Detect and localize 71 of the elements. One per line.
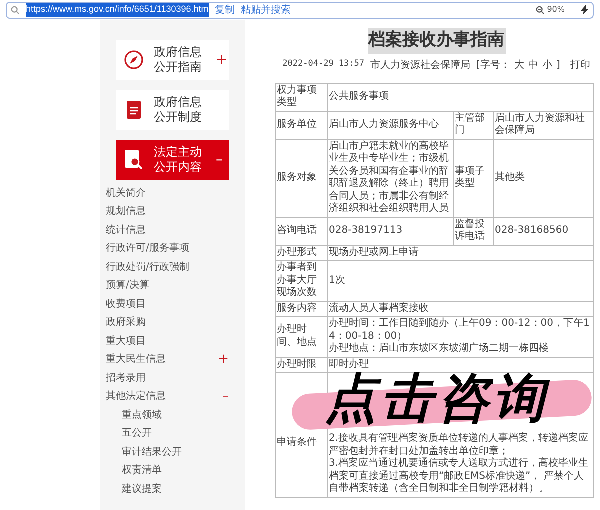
bracket-text: ] — [556, 58, 560, 72]
table-cell: 流动人员人事档案接收 — [328, 301, 594, 316]
expand-toggle[interactable]: – — [222, 390, 229, 404]
table-cell: 服务对象 — [276, 139, 328, 217]
cell-text: 2.接收具有管理档案资质单位转递的人事档案，转递档案应严密包封并在封口处加盖转出单位印章； — [329, 433, 590, 458]
sidebar-item[interactable]: 审计结果公开 — [122, 444, 182, 460]
table-cell: 眉山市人力资源服务中心 — [328, 111, 454, 139]
sidebar-card[interactable]: 政府信息公开制度 — [116, 90, 229, 130]
font-size-label: [字号： — [476, 58, 510, 72]
sidebar-item[interactable]: 建议提案 — [122, 482, 162, 497]
document-icon — [126, 100, 142, 120]
table-cell: 028-38197113 — [328, 217, 454, 245]
compass-icon — [124, 50, 144, 70]
sidebar-item[interactable]: 规划信息 — [106, 204, 146, 220]
table-cell: 眉山市人力资源和社会保障局 — [494, 111, 594, 139]
zoom-out-icon[interactable] — [536, 6, 546, 14]
table-cell: 主管部门 — [454, 111, 494, 139]
lightning-icon[interactable] — [581, 5, 589, 15]
sidebar-item[interactable]: 其他法定信息 — [106, 389, 166, 404]
table-cell: 办理形式 — [276, 245, 328, 260]
search-icon — [11, 6, 20, 14]
table-cell: 即时办理 — [328, 357, 594, 372]
sidebar-item[interactable]: 政府采购 — [106, 315, 146, 330]
document-search-icon — [124, 149, 144, 171]
expand-toggle[interactable]: + — [216, 50, 228, 70]
source-text: 市人力资源社会保障局 — [370, 58, 471, 72]
table-cell: 其他类 — [494, 139, 594, 217]
article-title: 档案接收办事指南 — [368, 28, 506, 54]
sidebar-item[interactable]: 重大民生信息 — [106, 352, 166, 368]
sidebar-card[interactable]: 法定主动公开内容 – — [116, 140, 229, 180]
table-cell: 事项子类型 — [454, 139, 494, 217]
zoom-level: 90% — [547, 4, 565, 16]
publish-date: 2022-04-29 13:57 — [282, 58, 365, 70]
table-cell: 咨询电话 — [276, 217, 328, 245]
sidebar-item[interactable]: 预算/决算 — [106, 278, 150, 294]
address-field[interactable]: https://www.ms.gov.cn/info/6651/1130396.htm 复制 粘贴并搜索 90% — [6, 2, 594, 18]
table-cell: 公共服务事项 — [328, 83, 594, 111]
cell-text: 办理地点：眉山市东坡区东坡湖广场二期一栋四楼 — [329, 343, 550, 356]
font-size-link[interactable]: 中 — [528, 58, 538, 72]
sidebar-item[interactable]: 招考录用 — [106, 370, 146, 386]
sidebar-card[interactable]: 政府信息公开指南 + — [116, 40, 229, 80]
table-cell: 办事者到办事大厅现场次数 — [276, 260, 328, 301]
table-cell: 办理时限 — [276, 357, 328, 372]
table-cell: 办理时间、地点 — [276, 316, 328, 357]
table-cell: 权力事项类型 — [276, 83, 328, 111]
sidebar-item[interactable]: 统计信息 — [106, 222, 146, 238]
font-size-link[interactable]: 大 — [514, 58, 524, 72]
table-cell: 服务单位 — [276, 111, 328, 139]
font-size-link[interactable]: 小 — [542, 58, 552, 72]
expand-toggle[interactable]: – — [216, 150, 223, 170]
sidebar-item[interactable]: 收费项目 — [106, 296, 146, 312]
table-cell: 1次 — [328, 260, 594, 301]
table-cell: 监督投诉电话 — [454, 217, 494, 245]
sidebar-item[interactable]: 行政处罚/行政强制 — [106, 260, 190, 275]
print-link[interactable]: 打印 — [570, 58, 590, 72]
sidebar-item[interactable]: 行政许可/服务事项 — [106, 241, 190, 256]
sidebar-item[interactable]: 五公开 — [122, 426, 152, 442]
sidebar-item[interactable]: 重大项目 — [106, 334, 146, 349]
url-text: https://www.ms.gov.cn/info/6651/1130396.htm — [26, 3, 209, 17]
table-cell: 028-38168560 — [494, 217, 594, 245]
sidebar-item[interactable]: 机关简介 — [106, 186, 146, 201]
table-cell: 眉山市户籍未就业的高校毕业生及中专毕业生；市级机关公务员和国有企事业的辞职辞退及解除（终止）聘用合同人员；市属非公有制经济组织和社会组织聘用人员 — [328, 139, 454, 217]
table-cell: 服务内容 — [276, 301, 328, 316]
sidebar-item[interactable]: 重点领域 — [122, 408, 162, 423]
table-cell: 现场办理或网上申请 — [328, 245, 594, 260]
expand-toggle[interactable]: + — [218, 353, 229, 366]
sidebar-item[interactable]: 权责清单 — [122, 463, 162, 478]
cell-text: 办理时间：工作日随到随办（上午09：00-12：00，下午14：00-18：00） — [329, 318, 591, 342]
address-action-link[interactable]: 粘贴并搜索 — [240, 2, 291, 18]
cell-text: 3.档案应当通过机要通信或专人送取方式进行，高校毕业生档案可直接通过高校专用“邮政EMS标准快递”， 严禁个人自带档案转递（含全日制和非全日制学籍材料）。 — [329, 458, 590, 496]
address-action-link[interactable]: 复制 — [214, 2, 235, 18]
